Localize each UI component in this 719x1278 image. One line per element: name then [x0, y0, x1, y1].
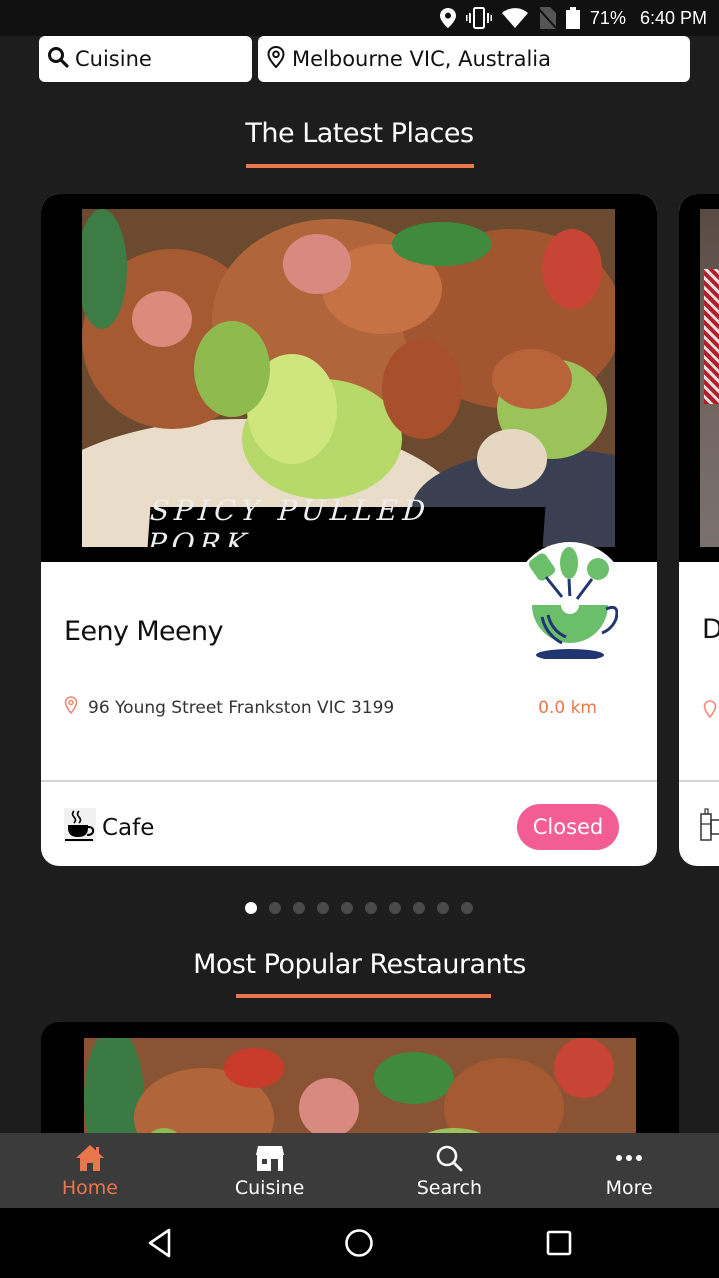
home-system-button[interactable]: [329, 1213, 389, 1273]
place-photo: SPICY PULLED PORK: [82, 209, 615, 547]
place-card-media: SPICY PULLED PORK: [41, 194, 657, 562]
pagination-dot[interactable]: [268, 902, 281, 914]
photo-caption: SPICY PULLED PORK: [147, 494, 546, 547]
nav-home[interactable]: Home: [0, 1133, 180, 1208]
clock: 6:40 PM: [639, 7, 707, 28]
nav-more[interactable]: More: [539, 1133, 719, 1208]
place-card-next[interactable]: D: [679, 194, 719, 866]
pagination-dot[interactable]: [244, 902, 257, 914]
home-circle-icon: [345, 1229, 374, 1257]
address-pin-icon: [703, 700, 717, 722]
store-icon: [255, 1143, 285, 1173]
coffee-cup-icon: [64, 808, 96, 848]
vibrate-icon: [465, 7, 492, 29]
popular-title-underline: [236, 994, 491, 998]
card-divider: [679, 780, 719, 782]
pagination-dot[interactable]: [436, 902, 449, 914]
status-bar: 71% 6:40 PM: [0, 0, 719, 36]
place-logo: [512, 542, 628, 659]
cafe-logo-icon: [528, 547, 618, 659]
back-button[interactable]: [130, 1213, 190, 1273]
place-card-next-media: [679, 194, 719, 562]
nav-more-label: More: [605, 1176, 653, 1199]
nav-home-label: Home: [61, 1176, 118, 1199]
system-navigation-bar: [0, 1208, 719, 1278]
place-distance: 0.0 km: [538, 698, 597, 718]
location-icon: [439, 8, 456, 28]
pagination-dot[interactable]: [292, 902, 305, 914]
search-row: Cuisine Melbourne VIC, Australia: [39, 36, 690, 82]
location-text: Melbourne VIC, Australia: [292, 47, 551, 71]
pagination-dot[interactable]: [388, 902, 401, 914]
address-pin-icon: [64, 696, 78, 719]
pagination-dot[interactable]: [460, 902, 473, 914]
recents-square-icon: [546, 1230, 572, 1256]
latest-title-underline: [246, 164, 474, 168]
open-status-badge: Closed: [517, 804, 619, 850]
nav-cuisine-label: Cuisine: [234, 1176, 305, 1199]
pagination-dot[interactable]: [316, 902, 329, 914]
cuisine-search-input[interactable]: Cuisine: [39, 36, 252, 82]
nav-cuisine[interactable]: Cuisine: [180, 1133, 360, 1208]
recents-button[interactable]: [529, 1213, 589, 1273]
more-dots-icon: [615, 1143, 643, 1173]
home-icon: [75, 1143, 105, 1173]
cuisine-search-text: Cuisine: [75, 47, 152, 71]
back-triangle-icon: [148, 1228, 171, 1258]
place-card[interactable]: SPICY PULLED PORK Eeny Meeny 96 Young St…: [41, 194, 657, 866]
battery-icon: [565, 7, 580, 29]
nav-search-label: Search: [416, 1176, 483, 1199]
nav-search[interactable]: Search: [360, 1133, 540, 1208]
place-name: Eeny Meeny: [64, 616, 224, 647]
pagination-dot[interactable]: [340, 902, 353, 914]
place-photo-next-detail: [704, 269, 719, 404]
location-input[interactable]: Melbourne VIC, Australia: [258, 36, 690, 82]
pagination-dot[interactable]: [412, 902, 425, 914]
card-divider: [41, 780, 657, 782]
no-sim-icon: [537, 7, 556, 29]
popular-restaurants-title: Most Popular Restaurants: [193, 949, 526, 980]
carousel-pagination: [0, 902, 719, 914]
bottom-navigation: Home Cuisine Search More: [0, 1133, 719, 1208]
search-icon: [435, 1143, 463, 1173]
place-address: 96 Young Street Frankston VIC 3199: [88, 697, 395, 718]
place-name-next: D: [702, 614, 719, 645]
pagination-dot[interactable]: [364, 902, 377, 914]
latest-places-title: The Latest Places: [245, 118, 474, 149]
category-label: Cafe: [102, 815, 155, 841]
home-screen: 71% 6:40 PM Cuisine Melbourne VIC, Austr…: [0, 0, 719, 1278]
search-icon: [47, 46, 69, 73]
wifi-icon: [501, 8, 528, 28]
place-category: Cafe: [64, 808, 154, 848]
battery-percent: 71%: [589, 7, 626, 28]
location-pin-icon: [266, 45, 286, 74]
building-icon: [699, 808, 719, 846]
